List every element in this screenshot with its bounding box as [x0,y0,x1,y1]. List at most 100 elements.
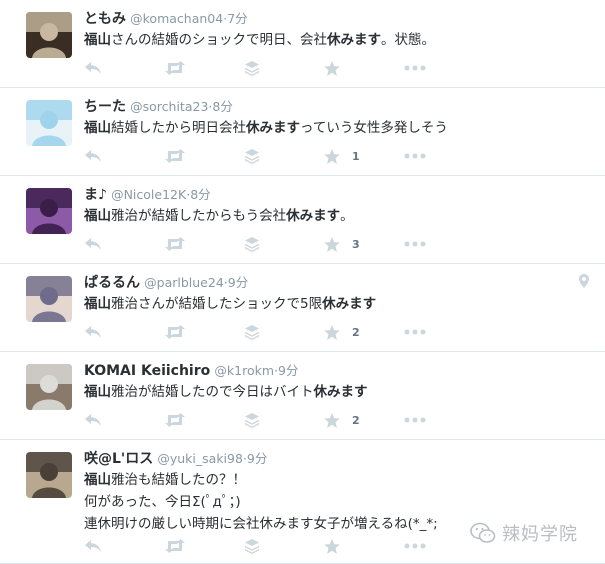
favorite-button[interactable]: 1 [324,146,360,166]
reply-button[interactable] [84,58,102,78]
favorite-button[interactable] [324,536,352,556]
watermark-text: 辣妈学院 [502,524,578,545]
user-handle[interactable]: @komachan04 [130,11,223,26]
highlight-text: 休みます [313,384,368,400]
favorite-count: 2 [352,413,360,427]
text-segment: 雅治も結婚したの？！ [111,472,246,488]
stack-button[interactable] [244,536,260,556]
avatar-image [26,188,72,234]
user-handle[interactable]: @parlblue24 [144,275,224,290]
more-button[interactable] [404,410,426,430]
display-name[interactable]: ともみ [84,11,126,27]
favorite-button[interactable]: 3 [324,234,360,254]
tweet[interactable]: KOMAI Keiichiro @k1rokm·9分 福山雅治が結婚したので今日は… [0,352,605,440]
highlight-text: 福山 [84,472,111,488]
display-name[interactable]: ぱるるん [84,275,140,291]
tweet-text: 福山雅治が結婚したので今日はバイト休みます [84,383,591,402]
display-name[interactable]: ま♪ [84,187,107,203]
text-segment: 雅治が結婚したので今日はバイト [111,384,314,400]
watermark: 辣妈学院 [470,520,578,546]
retweet-button[interactable] [164,58,186,78]
more-button[interactable] [404,536,426,556]
tweet[interactable]: ぱるるん @parlblue24·9分 福山雅治さんが結婚したショックで5限休みま… [0,264,605,352]
favorite-count: 3 [352,237,360,251]
reply-icon [85,414,101,426]
user-handle[interactable]: @sorchita23 [130,99,208,114]
user-handle[interactable]: @Nicole12K [111,187,186,202]
highlight-text: 休みます [286,208,341,224]
reply-icon [85,238,101,250]
highlight-text: 福山 [84,384,111,400]
stack-icon [245,325,259,340]
more-button[interactable] [404,234,426,254]
avatar[interactable] [26,188,72,234]
more-button[interactable] [404,146,426,166]
stack-button[interactable] [244,58,260,78]
reply-button[interactable] [84,146,102,166]
retweet-button[interactable] [164,322,186,342]
display-name[interactable]: ちーた [84,99,126,115]
timestamp[interactable]: 8分 [190,187,210,202]
favorite-button[interactable]: 2 [324,410,360,430]
display-name[interactable]: KOMAI Keiichiro [84,363,210,379]
tweet[interactable]: ちーた @sorchita23·8分 福山結婚したから明日会社休みますっていう女性… [0,88,605,176]
user-handle[interactable]: @yuki_saki98 [157,451,243,466]
timestamp[interactable]: 9分 [247,451,267,466]
stack-button[interactable] [244,146,260,166]
avatar[interactable] [26,12,72,58]
avatar[interactable] [26,364,72,410]
more-button[interactable] [404,322,426,342]
avatar-image [26,452,72,498]
reply-button[interactable] [84,536,102,556]
more-icon [404,417,426,423]
text-segment: 。状態。 [381,32,435,48]
retweet-button[interactable] [164,146,186,166]
text-segment: 。 [340,208,354,224]
tweet[interactable]: ま♪ @Nicole12K·8分 福山雅治が結婚したからもう会社休みます。 3 [0,176,605,264]
avatar-image [26,12,72,58]
favorite-button[interactable] [324,58,352,78]
tweet-actions [84,58,444,78]
retweet-button[interactable] [164,234,186,254]
avatar[interactable] [26,452,72,498]
tweet-header: ともみ @komachan04·7分 [84,10,591,28]
text-segment: っていう女性多発しそう [300,120,448,136]
display-name[interactable]: 咲@L'ロス [84,451,153,467]
more-button[interactable] [404,58,426,78]
timestamp[interactable]: 7分 [227,11,247,26]
reply-icon [85,326,101,338]
stack-button[interactable] [244,234,260,254]
avatar-image [26,364,72,410]
favorite-button[interactable]: 2 [324,322,360,342]
avatar[interactable] [26,100,72,146]
stack-icon [245,539,259,554]
timestamp[interactable]: 9分 [278,363,298,378]
tweet[interactable]: ともみ @komachan04·7分 福山さんの結婚のショックで明日、会社休みます… [0,0,605,88]
retweet-button[interactable] [164,536,186,556]
stack-icon [245,413,259,428]
reply-button[interactable] [84,322,102,342]
tweet-body: ちーた @sorchita23·8分 福山結婚したから明日会社休みますっていう女性… [84,98,591,138]
reply-button[interactable] [84,234,102,254]
timestamp[interactable]: 9分 [228,275,248,290]
star-icon [324,236,340,252]
retweet-icon [165,237,185,251]
favorite-count: 2 [352,325,360,339]
avatar-image [26,276,72,322]
retweet-button[interactable] [164,410,186,430]
location-pin-icon [579,274,589,288]
retweet-icon [165,539,185,553]
tweet-header: ちーた @sorchita23·8分 [84,98,591,116]
tweet-text: 福山結婚したから明日会社休みますっていう女性多発しそう [84,119,591,138]
avatar[interactable] [26,276,72,322]
stack-button[interactable] [244,322,260,342]
timestamp[interactable]: 8分 [212,99,232,114]
text-segment: 雅治さんが結婚したショックで5限 [111,296,323,312]
reply-button[interactable] [84,410,102,430]
tweet-text: 福山雅治さんが結婚したショックで5限休みます [84,295,591,314]
star-icon [324,538,340,554]
stack-button[interactable] [244,410,260,430]
wechat-icon [470,522,496,543]
user-handle[interactable]: @k1rokm [214,363,274,378]
star-icon [324,324,340,340]
